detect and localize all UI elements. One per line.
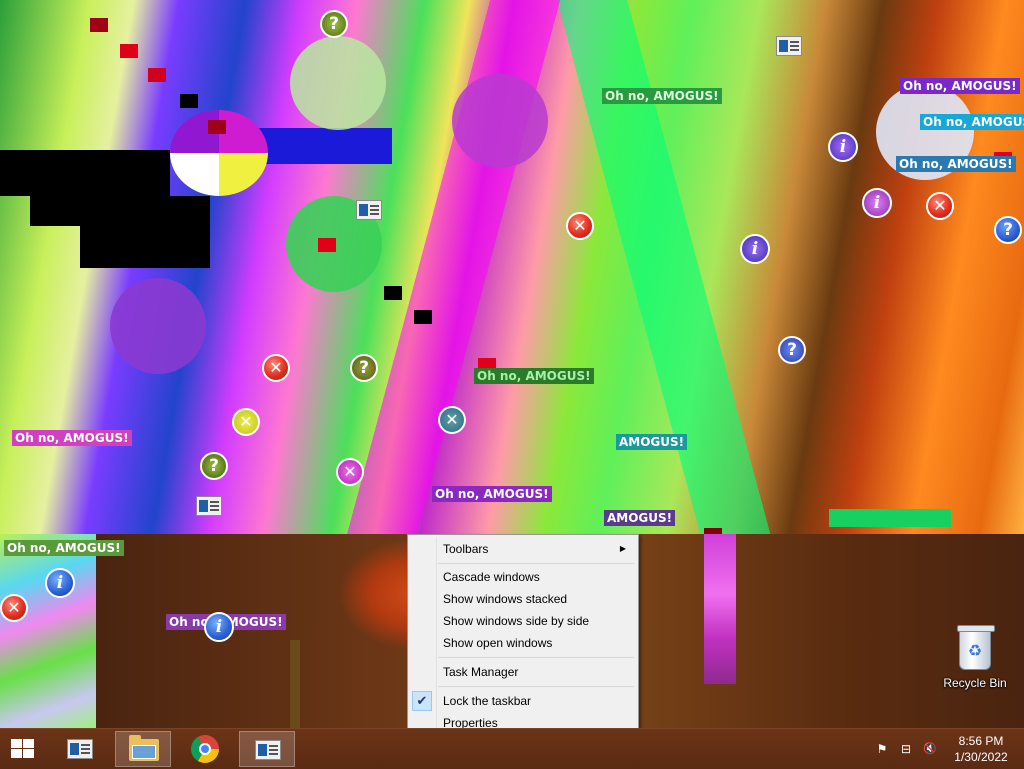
menu-item-label: Show open windows [443,636,553,650]
glitch-square [180,94,198,108]
checkmark-icon: ✔ [412,691,432,711]
chrome-icon [191,735,219,763]
info-icon: i [828,132,858,162]
error-icon: ✕ [0,594,28,622]
glitch-text: Oh no, AMOGUS! [432,486,552,502]
recycle-bin-shortcut[interactable]: Recycle Bin [938,625,1012,690]
action-center-flag-icon[interactable]: ⚑ [874,742,890,756]
glitch-strip-mid [704,534,736,684]
menu-item-label: Cascade windows [443,570,540,584]
menu-item-lock-taskbar[interactable]: ✔ Lock the taskbar [410,690,636,712]
glitch-square [90,18,108,32]
window-icon [776,36,802,56]
submenu-arrow-icon: ▶ [619,544,626,553]
menu-item-cascade-windows[interactable]: Cascade windows [410,566,636,588]
window-icon [255,740,281,760]
menu-item-show-windows-stacked[interactable]: Show windows stacked [410,588,636,610]
error-icon: ✕ [926,192,954,220]
recycle-bin-icon [957,625,995,670]
question-icon: ? [778,336,806,364]
glitch-square [384,286,402,300]
menu-item-label: Task Manager [443,665,519,679]
glitch-square [318,238,336,252]
question-icon: ? [320,10,348,38]
clock-time: 8:56 PM [958,734,1004,748]
clock-date: 1/30/2022 [954,750,1008,764]
error-icon: ✕ [336,458,364,486]
menu-item-label: Show windows stacked [443,592,568,606]
menu-item-show-open-windows[interactable]: Show open windows [410,632,636,654]
glitch-square [414,310,432,324]
glitch-text: Oh no, AMOGUS! [829,509,951,527]
glitch-text: Oh no, AMOGUS! [474,368,594,384]
volume-muted-icon[interactable]: 🔇 [922,742,938,756]
glitch-block [0,150,170,196]
glitch-text: Oh no, AMOGUS! [896,156,1016,172]
windows-logo-icon [11,739,35,759]
glitch-square [120,44,138,58]
taskbar-chrome[interactable] [177,731,233,767]
glitch-strip-left [0,534,96,728]
recycle-bin-label: Recycle Bin [943,676,1007,690]
question-icon: ? [200,452,228,480]
glitch-text: Oh no, AMOGUS! [920,114,1024,130]
error-icon: ✕ [232,408,260,436]
glitch-text: Oh no, AMOGUS! [4,540,124,556]
glitch-circle [290,36,386,130]
glitch-square [208,120,226,134]
glitch-text: Oh no, AMOGUS! [12,430,132,446]
info-icon: i [740,234,770,264]
glitch-text: AMOGUS! [604,510,676,526]
taskbar[interactable]: ⚑ ⊟ 🔇 8:56 PM 1/30/2022 [0,728,1024,769]
glitch-circle [110,278,206,374]
glitch-block [80,226,210,268]
question-icon: ? [994,216,1022,244]
menu-item-show-windows-side-by-side[interactable]: Show windows side by side [410,610,636,632]
glitch-square [148,68,166,82]
taskbar-app-window-active[interactable] [239,731,295,767]
taskbar-clock[interactable]: 8:56 PM 1/30/2022 [946,733,1016,765]
error-icon: ✕ [262,354,290,382]
taskbar-file-explorer[interactable] [115,731,171,767]
info-icon: i [862,188,892,218]
taskbar-context-menu: Toolbars ▶ Cascade windows Show windows … [407,534,639,737]
menu-item-label: Toolbars [443,542,489,556]
question-icon: ? [350,354,378,382]
info-icon: i [45,568,75,598]
menu-item-toolbars[interactable]: Toolbars ▶ [410,538,636,560]
menu-item-task-manager[interactable]: Task Manager [410,661,636,683]
menu-separator [438,686,634,687]
network-icon[interactable]: ⊟ [898,742,914,756]
taskbar-app-window[interactable] [52,731,108,767]
window-icon [196,496,222,516]
menu-separator [438,563,634,564]
window-icon [67,739,93,759]
glitch-text: Oh no, AMOGUS! [602,88,722,104]
tulip-stem [290,640,300,728]
glitch-text: Oh no, AMOGUS! [900,78,1020,94]
glitch-text: AMOGUS! [616,434,688,450]
menu-separator [438,657,634,658]
start-button[interactable] [0,729,46,769]
info-icon: i [204,612,234,642]
glitch-circle [452,74,548,168]
error-icon: ✕ [566,212,594,240]
menu-item-label: Lock the taskbar [443,694,532,708]
window-icon [356,200,382,220]
file-explorer-icon [129,735,159,761]
menu-item-label: Show windows side by side [443,614,590,628]
error-icon: ✕ [438,406,466,434]
glitch-block [30,196,210,226]
